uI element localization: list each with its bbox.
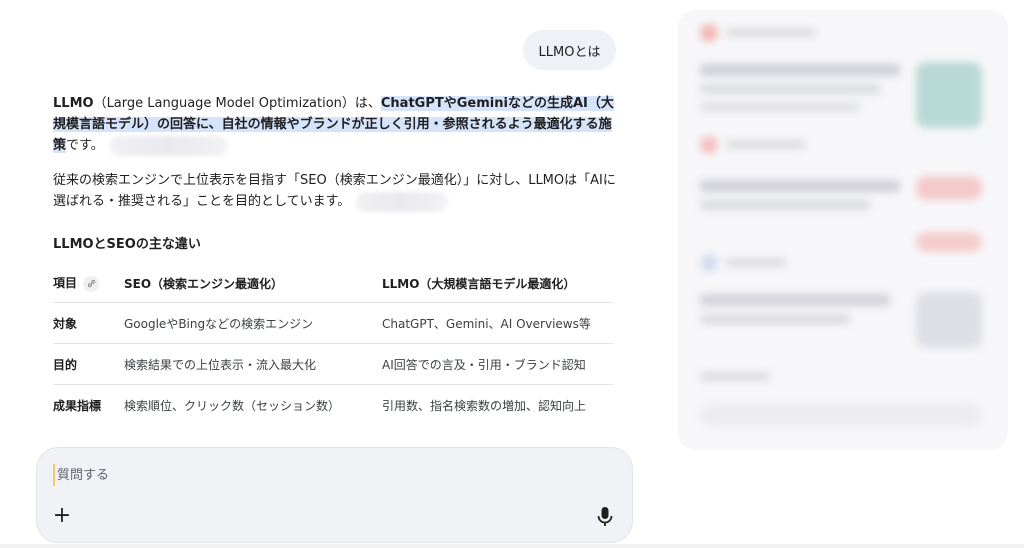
source-snippet	[700, 102, 860, 112]
table-header-row: 項目 SEO（検索エンジン最適化） LLMO（大規模言語モデル最適化）	[53, 264, 613, 303]
comparison-table: 項目 SEO（検索エンジン最適化） LLMO（大規模言語モデル最適化） 対象 G…	[53, 264, 613, 425]
source-snippet	[700, 314, 850, 324]
favicon-icon	[700, 24, 718, 42]
favicon-icon	[700, 254, 718, 272]
source-snippet	[726, 140, 806, 149]
table-header-item: 項目	[53, 264, 124, 303]
source-thumbnail	[916, 232, 982, 252]
answer-paragraph-2-text: 従来の検索エンジンで上位表示を目指す「SEO（検索エンジン最適化）」に対し、LL…	[53, 173, 616, 209]
term-expansion: （Large Language Model Optimization）は、	[93, 96, 381, 111]
source-snippet	[700, 84, 880, 94]
source-thumbnail	[916, 292, 982, 348]
user-message-text: LLMOとは	[538, 44, 601, 60]
table-cell: 対象	[53, 302, 124, 344]
source-snippet	[700, 64, 900, 76]
source-snippet	[700, 180, 900, 192]
source-chip[interactable]	[356, 191, 449, 212]
source-snippet	[700, 372, 770, 381]
answer-paragraph-2: 従来の検索エンジンで上位表示を目指す「SEO（検索エンジン最適化）」に対し、LL…	[53, 170, 618, 212]
table-cell: 検索順位、クリック数（セッション数）	[124, 398, 341, 413]
section-title: LLMOとSEOの主な違い	[53, 237, 201, 252]
source-snippet	[726, 258, 786, 267]
source-thumbnail	[916, 62, 982, 128]
term-llmo: LLMO	[53, 96, 94, 111]
question-input[interactable]	[53, 464, 579, 486]
favicon-icon	[700, 136, 718, 154]
composer: +	[36, 447, 633, 543]
table-cell: ChatGPT、Gemini、AI Overviews等	[382, 302, 613, 344]
table-cell: AI回答での言及・引用・ブランド認知	[382, 343, 613, 385]
show-all-button[interactable]	[700, 404, 982, 426]
table-row: 成果指標 検索順位、クリック数（セッション数） 引用数、指名検索数の増加、認知向…	[53, 385, 613, 426]
microphone-icon[interactable]	[596, 506, 614, 528]
table-cell: 成果指標	[53, 398, 102, 413]
table-cell: 目的	[53, 343, 124, 385]
source-snippet	[700, 294, 890, 306]
plus-icon[interactable]: +	[51, 505, 73, 528]
table-cell: 引用数、指名検索数の増加、認知向上	[382, 398, 587, 413]
source-thumbnail	[916, 176, 982, 200]
link-icon[interactable]	[83, 275, 100, 292]
sources-panel[interactable]	[678, 10, 1008, 450]
source-title	[726, 28, 816, 37]
source-chip[interactable]	[109, 135, 228, 156]
answer-paragraph-1: LLMO（Large Language Model Optimization）は…	[53, 93, 618, 156]
table-row: 対象 GoogleやBingなどの検索エンジン ChatGPT、Gemini、A…	[53, 302, 613, 344]
user-message-bubble: LLMOとは	[523, 30, 616, 70]
bottom-bar	[0, 544, 1024, 548]
table-cell: 検索結果での上位表示・流入最大化	[124, 343, 382, 385]
table-row: 目的 検索結果での上位表示・流入最大化 AI回答での言及・引用・ブランド認知	[53, 343, 613, 385]
table-header-llmo: LLMO（大規模言語モデル最適化）	[382, 264, 613, 303]
source-snippet	[700, 200, 870, 210]
table-header-seo: SEO（検索エンジン最適化）	[124, 264, 382, 303]
table-cell: GoogleやBingなどの検索エンジン	[124, 302, 382, 344]
sentence-end: です。	[66, 138, 104, 153]
